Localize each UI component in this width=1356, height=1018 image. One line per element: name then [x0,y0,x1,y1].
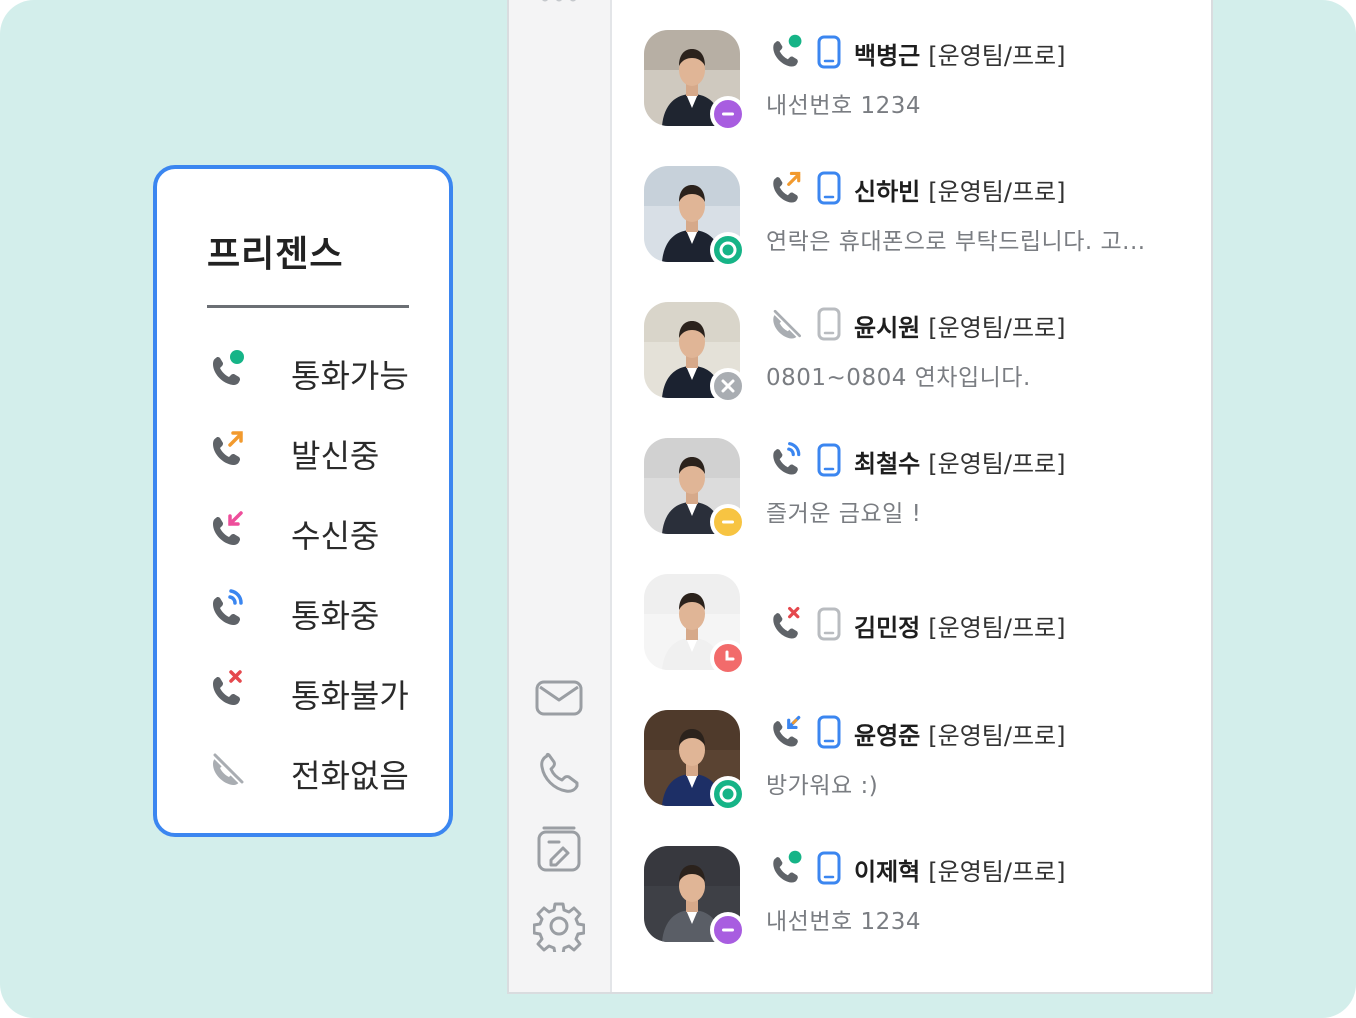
contact-team: [운영팀/프로] [928,42,1066,70]
contact-row[interactable]: 신하빈 [운영팀/프로] 연락은 휴대폰으로 부탁드립니다. 고... [612,166,1212,302]
presence-badge [710,504,746,540]
legend-item-on-call: 통화중 [207,585,437,635]
contact-name-line: 백병근 [운영팀/프로] [854,36,1065,71]
mobile-icon [817,715,841,749]
legend-label: 발신중 [291,437,380,475]
legend-label: 전화없음 [291,757,409,795]
contact-name: 윤영준 [854,722,921,750]
mobile-icon [817,443,841,477]
contact-name-line: 윤시원 [운영팀/프로] [854,308,1065,343]
phone-unavailable-icon [773,606,800,639]
contact-row[interactable]: 김민정 [운영팀/프로] [612,574,1212,710]
phone-on-call-icon [773,442,801,475]
contact-team: [운영팀/프로] [928,178,1066,206]
legend-label: 통화불가 [291,677,409,715]
phone-none-icon [771,309,802,339]
contact-team: [운영팀/프로] [928,450,1066,478]
legend-item-none: 전화없음 [207,745,437,795]
legend-title: 프리젠스 [207,234,344,275]
contact-name: 신하빈 [854,178,921,206]
legend-item-available: 통화가능 [207,345,437,395]
status-message: 내선번호 1234 [766,909,921,935]
legend-item-incoming: 수신중 [207,505,437,555]
address-book-icon[interactable] [533,824,585,876]
messenger-window: 백병근 [운영팀/프로] 내선번호 1234 신하빈 [운영팀/프로] 연락은 휴대폰으로… [507,0,1213,994]
contact-team: [운영팀/프로] [928,614,1066,642]
phone-available-icon [213,350,244,385]
phone-available-icon [773,850,802,883]
contact-name: 이제혁 [854,858,921,886]
phone-unavailable-icon [213,670,242,705]
legend-divider [207,305,409,308]
mobile-icon [817,607,841,641]
contact-team: [운영팀/프로] [928,314,1066,342]
legend-item-outgoing: 발신중 [207,425,437,475]
presence-badge [710,368,746,404]
status-message: 즐거운 금요일 ! [766,501,922,527]
contact-row[interactable]: 최철수 [운영팀/프로] 즐거운 금요일 ! [612,438,1212,574]
contact-name-line: 최철수 [운영팀/프로] [854,444,1065,479]
presence-badge [710,640,746,676]
presence-badge [710,912,746,948]
contact-name: 김민정 [854,614,921,642]
side-rail [509,0,612,992]
contact-list: 백병근 [운영팀/프로] 내선번호 1234 신하빈 [운영팀/프로] 연락은 휴대폰으로… [612,0,1211,992]
contact-name-line: 신하빈 [운영팀/프로] [854,172,1065,207]
presence-legend: 프리젠스 통화가능 발신중 수신중 통화중 통화불가 전화없음 [153,165,453,837]
phone-incoming-icon [213,511,243,545]
phone-available-icon [773,34,802,67]
contact-name: 윤시원 [854,314,921,342]
contact-name-line: 김민정 [운영팀/프로] [854,608,1065,643]
contact-row[interactable]: 윤시원 [운영팀/프로] 0801~0804 연차입니다. [612,302,1212,438]
contact-row[interactable]: 백병근 [운영팀/프로] 내선번호 1234 [612,30,1212,166]
phone-none-icon [211,753,244,785]
contact-row[interactable]: 이제혁 [운영팀/프로] 내선번호 1234 [612,846,1212,982]
contact-team: [운영팀/프로] [928,858,1066,886]
mail-icon[interactable] [533,672,585,724]
status-message: 연락은 휴대폰으로 부탁드립니다. 고... [766,229,1146,255]
legend-item-unavailable: 통화불가 [207,665,437,715]
status-message: 내선번호 1234 [766,93,921,119]
contact-team: [운영팀/프로] [928,722,1066,750]
mobile-icon [817,851,841,885]
more-icon[interactable] [539,0,579,6]
contact-name-line: 윤영준 [운영팀/프로] [854,716,1065,751]
mobile-icon [817,35,841,69]
canvas: 프리젠스 통화가능 발신중 수신중 통화중 통화불가 전화없음 백병근 [운영팀… [0,0,1356,1018]
phone-icon[interactable] [533,748,585,800]
contact-name-line: 이제혁 [운영팀/프로] [854,852,1065,887]
phone-on-call-icon [213,589,243,625]
presence-badge [710,776,746,812]
status-message: 방가워요 :) [766,773,879,799]
settings-icon[interactable] [533,900,585,952]
legend-label: 통화중 [291,597,380,635]
phone-outgoing-icon [213,431,243,465]
status-message: 0801~0804 연차입니다. [766,365,1031,391]
contact-name: 최철수 [854,450,921,478]
mobile-icon [817,307,841,341]
phone-incoming-icon [773,715,801,747]
contact-name: 백병근 [854,42,921,70]
contact-row[interactable]: 윤영준 [운영팀/프로] 방가워요 :) [612,710,1212,846]
legend-label: 수신중 [291,517,380,555]
legend-label: 통화가능 [291,357,409,395]
presence-badge [710,96,746,132]
presence-badge [710,232,746,268]
phone-outgoing-icon [773,171,801,203]
mobile-icon [817,171,841,205]
